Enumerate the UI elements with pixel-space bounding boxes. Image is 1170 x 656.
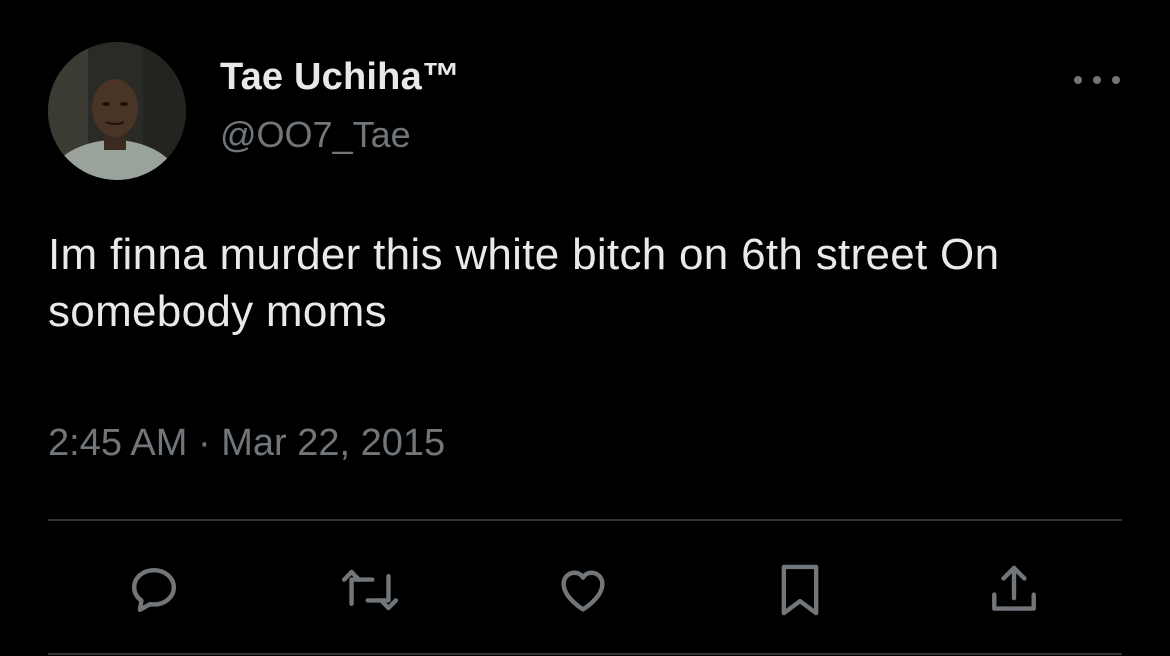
reply-button[interactable] bbox=[124, 560, 184, 620]
tweet-card: Tae Uchiha™ @OO7_Tae Im finna murder thi… bbox=[0, 0, 1170, 656]
like-button[interactable] bbox=[553, 560, 613, 620]
bookmark-button[interactable] bbox=[770, 560, 830, 620]
heart-icon bbox=[561, 570, 605, 612]
tweet-timestamp: 2:45 AM · Mar 22, 2015 bbox=[48, 422, 445, 465]
retweet-button[interactable] bbox=[340, 560, 400, 620]
more-dot bbox=[1093, 76, 1101, 84]
retweet-icon bbox=[341, 569, 399, 611]
more-dot bbox=[1112, 76, 1120, 84]
more-horizontal-icon bbox=[1074, 76, 1082, 84]
user-handle[interactable]: @OO7_Tae bbox=[220, 114, 411, 156]
avatar-image bbox=[48, 42, 186, 180]
meta-separator: · bbox=[197, 422, 211, 464]
bookmark-icon bbox=[781, 564, 819, 616]
tweet-text: Im finna murder this white bitch on 6th … bbox=[48, 230, 1000, 336]
divider bbox=[48, 519, 1122, 521]
avatar[interactable] bbox=[48, 42, 186, 180]
tweet-time[interactable]: 2:45 AM bbox=[48, 422, 187, 464]
share-button[interactable] bbox=[984, 560, 1044, 620]
more-options-button[interactable] bbox=[1074, 66, 1120, 94]
tweet-date[interactable]: Mar 22, 2015 bbox=[221, 422, 445, 464]
share-icon bbox=[992, 565, 1036, 611]
display-name[interactable]: Tae Uchiha™ bbox=[220, 56, 460, 99]
divider bbox=[48, 653, 1122, 655]
reply-icon bbox=[131, 567, 177, 613]
